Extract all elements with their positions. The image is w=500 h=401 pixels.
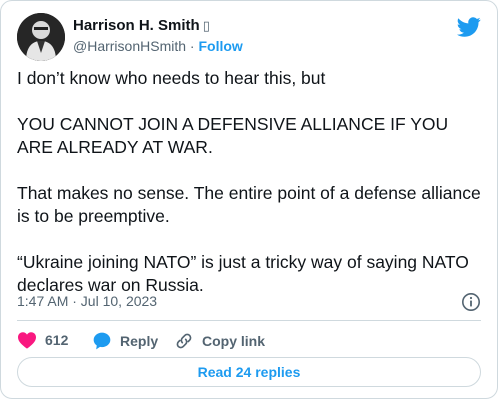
avatar[interactable] xyxy=(17,13,65,61)
tweet-header: Harrison H. Smith ▯ @HarrisonHSmith · Fol… xyxy=(17,13,481,61)
follow-link[interactable]: Follow xyxy=(198,38,242,54)
read-replies-button[interactable]: Read 24 replies xyxy=(17,357,481,387)
tweet-paragraph: I don’t know who needs to hear this, but xyxy=(17,68,326,88)
tweet-paragraph: That makes no sense. The entire point of… xyxy=(17,183,481,226)
divider xyxy=(17,320,481,321)
author-name-line[interactable]: Harrison H. Smith ▯ xyxy=(73,17,210,34)
tweet-text: I don’t know who needs to hear this, but… xyxy=(17,67,483,320)
tweet-card: Harrison H. Smith ▯ @HarrisonHSmith · Fol… xyxy=(0,0,498,399)
reply-bubble-icon xyxy=(93,332,111,350)
link-icon xyxy=(176,333,192,349)
heart-icon xyxy=(18,332,36,349)
reply-button[interactable]: Reply xyxy=(92,331,158,351)
copy-link-label: Copy link xyxy=(202,333,266,349)
handle-separator: · xyxy=(189,38,195,54)
avatar-image xyxy=(17,13,65,61)
like-button[interactable]: 612 xyxy=(17,331,68,349)
copy-link-button[interactable]: Copy link xyxy=(174,331,265,351)
author-name[interactable]: Harrison H. Smith xyxy=(73,17,200,34)
tweet-paragraph: “Ukraine joining NATO” is just a tricky … xyxy=(17,252,469,295)
twitter-bird-icon[interactable] xyxy=(457,15,481,39)
author-handle-line: @HarrisonHSmith · Follow xyxy=(73,38,243,54)
like-count: 612 xyxy=(45,332,69,348)
reply-label: Reply xyxy=(120,333,159,349)
info-icon[interactable] xyxy=(461,292,481,312)
author-handle[interactable]: @HarrisonHSmith xyxy=(73,38,186,54)
flag-icon: ▯ xyxy=(202,18,210,33)
tweet-paragraph: YOU CANNOT JOIN A DEFENSIVE ALLIANCE IF … xyxy=(17,114,449,157)
tweet-timestamp[interactable]: 1:47 AM · Jul 10, 2023 xyxy=(17,293,157,309)
